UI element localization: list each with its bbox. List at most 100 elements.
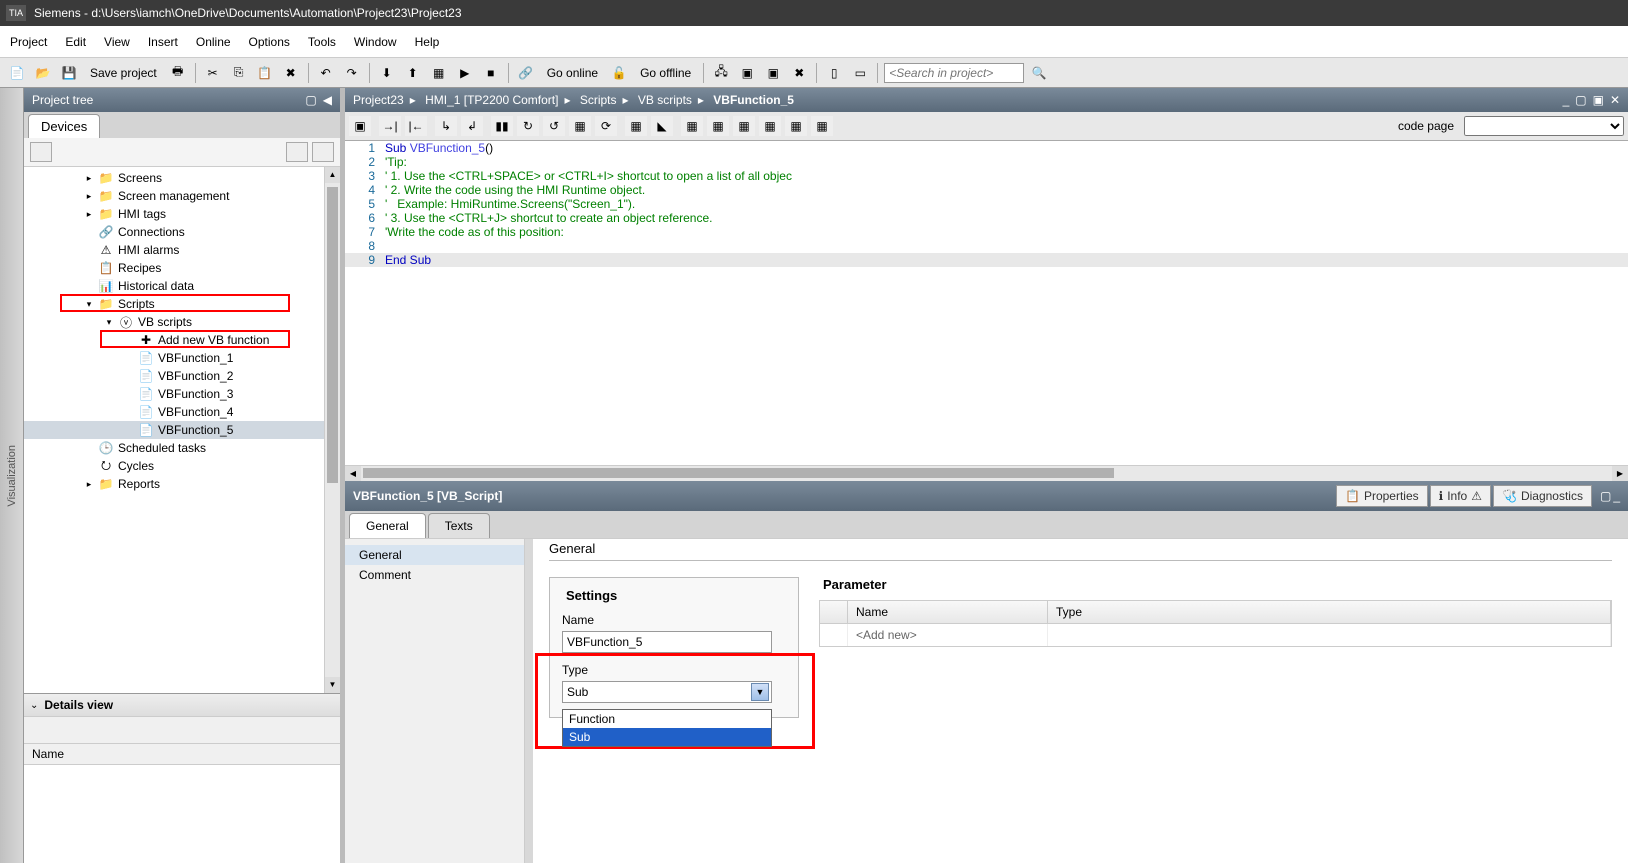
tree-item-vbfunction-5[interactable]: 📄VBFunction_5	[24, 421, 324, 439]
editor-close-icon[interactable]: ✕	[1610, 93, 1620, 107]
editor-maximize-icon[interactable]: ▢	[1575, 93, 1586, 107]
compile-icon[interactable]: ▦	[428, 62, 450, 84]
tree-item-recipes[interactable]: 📋Recipes	[24, 259, 324, 277]
crumb-3[interactable]: VB scripts	[638, 93, 692, 107]
editor-restore-icon[interactable]: ▣	[1593, 93, 1604, 107]
tree-item-hmi-tags[interactable]: ▸📁HMI tags	[24, 205, 324, 223]
menu-view[interactable]: View	[104, 35, 130, 49]
add-new-parameter[interactable]: <Add new>	[848, 624, 1048, 646]
nav-general[interactable]: General	[345, 545, 524, 565]
props-splitter[interactable]	[525, 539, 533, 863]
crumb-1[interactable]: HMI_1 [TP2200 Comfort]	[425, 93, 558, 107]
menu-insert[interactable]: Insert	[148, 35, 178, 49]
type-option-sub[interactable]: Sub	[563, 728, 771, 746]
param-col-type[interactable]: Type	[1048, 601, 1611, 623]
open-project-icon[interactable]: 📂	[32, 62, 54, 84]
et-btn-15[interactable]: ▦	[733, 116, 755, 136]
tree-item-vbfunction-4[interactable]: 📄VBFunction_4	[24, 403, 324, 421]
tab-diagnostics[interactable]: 🩺 Diagnostics	[1493, 485, 1592, 507]
tool-icon-1[interactable]: ▣	[736, 62, 758, 84]
cut-icon[interactable]: ✂	[202, 62, 224, 84]
tab-general[interactable]: General	[349, 513, 426, 538]
tree-item-scripts[interactable]: ▾📁Scripts	[24, 295, 324, 313]
search-go-icon[interactable]: 🔍	[1028, 62, 1050, 84]
et-btn-10[interactable]: ⟳	[595, 116, 617, 136]
tab-properties[interactable]: 📋 Properties	[1336, 485, 1428, 507]
scroll-right-icon[interactable]: ▶	[1612, 466, 1628, 482]
et-outdent-icon[interactable]: |←	[405, 116, 427, 136]
details-name-column[interactable]: Name	[24, 743, 340, 765]
undo-icon[interactable]: ↶	[315, 62, 337, 84]
collapse-left-icon[interactable]: ◀	[323, 93, 332, 107]
project-tree[interactable]: ▸📁Screens▸📁Screen management▸📁HMI tags🔗C…	[24, 167, 324, 693]
tree-item-vbfunction-2[interactable]: 📄VBFunction_2	[24, 367, 324, 385]
tab-texts[interactable]: Texts	[428, 513, 490, 538]
close-icon[interactable]: ✖	[788, 62, 810, 84]
delete-icon[interactable]: ✖	[280, 62, 302, 84]
editor-minimize-icon[interactable]: _	[1563, 93, 1570, 107]
go-offline-button[interactable]: Go offline	[634, 66, 697, 80]
name-input[interactable]	[562, 631, 772, 653]
menu-window[interactable]: Window	[354, 35, 397, 49]
tree-item-screens[interactable]: ▸📁Screens	[24, 169, 324, 187]
crumb-2[interactable]: Scripts	[580, 93, 617, 107]
type-combo[interactable]: Sub ▼	[562, 681, 772, 703]
et-btn-9[interactable]: ▦	[569, 116, 591, 136]
type-dropdown[interactable]: Function Sub	[562, 709, 772, 747]
split-h-icon[interactable]: ▯	[823, 62, 845, 84]
menu-project[interactable]: Project	[10, 35, 47, 49]
crumb-4[interactable]: VBFunction_5	[713, 93, 794, 107]
redo-icon[interactable]: ↷	[341, 62, 363, 84]
stop-sim-icon[interactable]: ■	[480, 62, 502, 84]
tab-info[interactable]: ℹ Info ⚠	[1430, 485, 1491, 507]
menu-help[interactable]: Help	[415, 35, 440, 49]
print-icon[interactable]: 🖶	[167, 62, 189, 84]
et-btn-1[interactable]: ▣	[349, 116, 371, 136]
crumb-0[interactable]: Project23	[353, 93, 404, 107]
et-btn-13[interactable]: ▦	[681, 116, 703, 136]
code-editor[interactable]: 1Sub VBFunction_5()2'Tip:3' 1. Use the <…	[345, 141, 1628, 465]
et-btn-16[interactable]: ▦	[759, 116, 781, 136]
nav-comment[interactable]: Comment	[345, 565, 524, 585]
tree-item-vbfunction-1[interactable]: 📄VBFunction_1	[24, 349, 324, 367]
menu-online[interactable]: Online	[196, 35, 231, 49]
accessible-devices-icon[interactable]: 🖧	[710, 62, 732, 84]
go-online-icon[interactable]: 🔗	[515, 62, 537, 84]
split-v-icon[interactable]: ▭	[849, 62, 871, 84]
et-btn-17[interactable]: ▦	[785, 116, 807, 136]
et-btn-8[interactable]: ↺	[543, 116, 565, 136]
pin-icon[interactable]: ▢	[305, 93, 316, 107]
paste-icon[interactable]: 📋	[254, 62, 276, 84]
et-btn-5[interactable]: ↲	[461, 116, 483, 136]
scroll-up-icon[interactable]: ▲	[325, 167, 340, 183]
et-btn-6[interactable]: ▮▮	[491, 116, 513, 136]
et-btn-14[interactable]: ▦	[707, 116, 729, 136]
scroll-down-icon[interactable]: ▼	[325, 677, 340, 693]
start-sim-icon[interactable]: ▶	[454, 62, 476, 84]
tree-item-hmi-alarms[interactable]: ⚠HMI alarms	[24, 241, 324, 259]
tree-item-connections[interactable]: 🔗Connections	[24, 223, 324, 241]
menu-edit[interactable]: Edit	[65, 35, 86, 49]
copy-icon[interactable]: ⎘	[228, 62, 250, 84]
props-min-icon[interactable]: _	[1613, 489, 1620, 503]
param-col-name[interactable]: Name	[848, 601, 1048, 623]
et-btn-7[interactable]: ↻	[517, 116, 539, 136]
tree-item-add-new-vb-function[interactable]: ✚Add new VB function	[24, 331, 324, 349]
go-online-button[interactable]: Go online	[541, 66, 604, 80]
editor-h-scrollbar[interactable]: ◀ ▶	[345, 465, 1628, 481]
et-indent-icon[interactable]: →|	[379, 116, 401, 136]
tree-item-historical-data[interactable]: 📊Historical data	[24, 277, 324, 295]
tree-item-screen-management[interactable]: ▸📁Screen management	[24, 187, 324, 205]
menu-tools[interactable]: Tools	[308, 35, 336, 49]
search-input[interactable]	[884, 63, 1024, 83]
details-collapse-icon[interactable]: ⌄	[30, 700, 38, 711]
upload-icon[interactable]: ⬆	[402, 62, 424, 84]
tool-icon-2[interactable]: ▣	[762, 62, 784, 84]
combo-arrow-icon[interactable]: ▼	[751, 683, 769, 701]
et-btn-12[interactable]: ◣	[651, 116, 673, 136]
tree-item-vb-scripts[interactable]: ▾ⓥVB scripts	[24, 313, 324, 331]
tree-scrollbar[interactable]: ▲ ▼	[324, 167, 340, 693]
side-tab-visualization[interactable]: Visualization	[0, 88, 24, 863]
devices-tab[interactable]: Devices	[28, 114, 100, 138]
new-project-icon[interactable]: 📄	[6, 62, 28, 84]
